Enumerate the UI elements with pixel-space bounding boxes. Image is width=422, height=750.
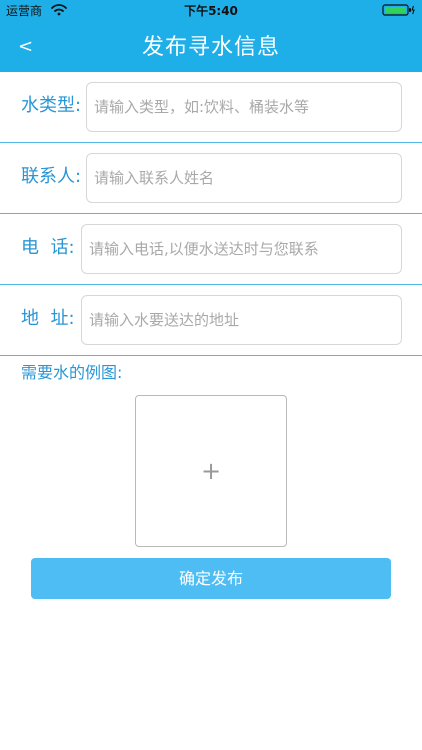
header: 运营商 下午5:40 < 发布寻水信息 xyxy=(0,0,422,72)
contact-row: 联系人: xyxy=(0,143,422,214)
submit-button[interactable]: 确定发布 xyxy=(31,558,391,599)
water-type-row: 水类型: xyxy=(0,72,422,143)
plus-icon: + xyxy=(200,457,222,485)
address-label: 地 址: xyxy=(21,308,75,329)
water-type-input[interactable] xyxy=(86,82,402,132)
phone-input[interactable] xyxy=(81,224,402,274)
image-upload-box[interactable]: + xyxy=(135,395,287,547)
water-type-label: 水类型: xyxy=(21,95,82,116)
address-row: 地 址: xyxy=(0,285,422,356)
contact-input[interactable] xyxy=(86,153,402,203)
contact-label: 联系人: xyxy=(21,166,82,187)
row-divider xyxy=(0,355,422,356)
battery-icon xyxy=(382,4,415,16)
phone-label: 电 话: xyxy=(21,237,75,258)
image-section-label: 需要水的例图: xyxy=(21,363,123,382)
phone-row: 电 话: xyxy=(0,214,422,285)
status-bar: 运营商 下午5:40 xyxy=(0,0,422,22)
page-title: 发布寻水信息 xyxy=(141,35,280,60)
status-time: 下午5:40 xyxy=(184,4,238,18)
address-input[interactable] xyxy=(81,295,402,345)
